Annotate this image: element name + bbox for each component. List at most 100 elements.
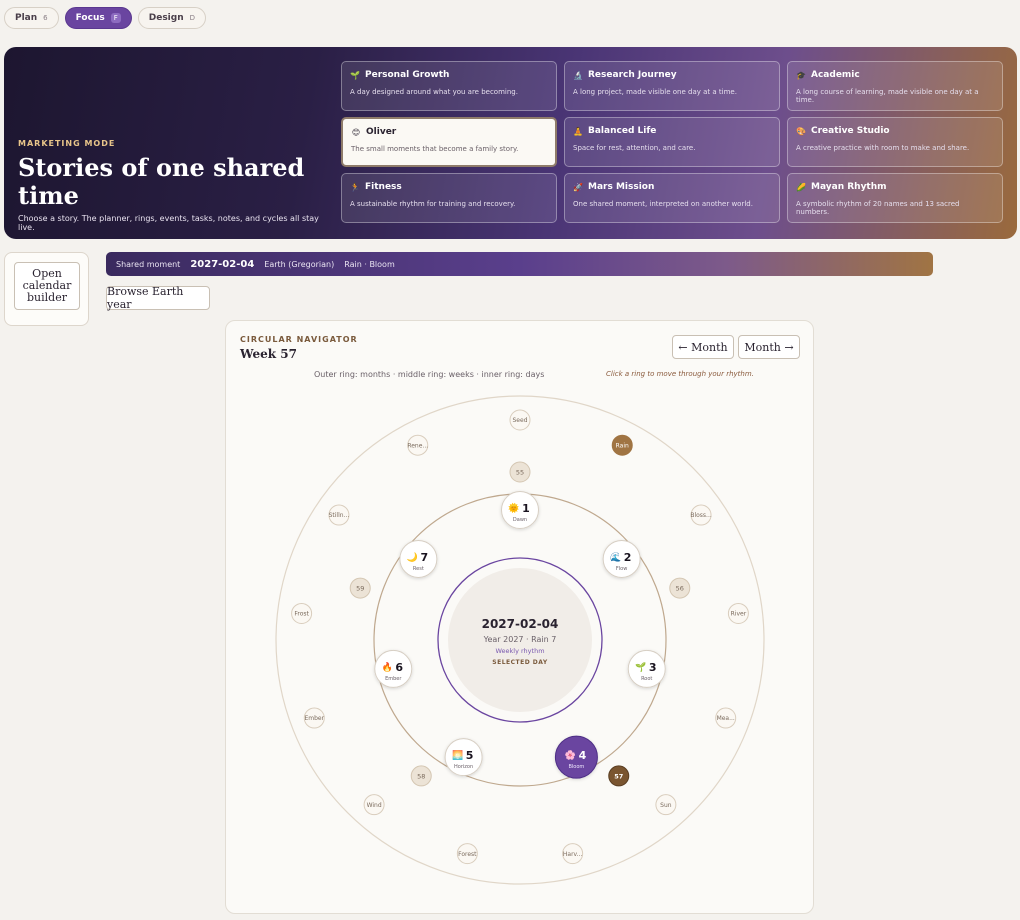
week-label: 59 (356, 584, 364, 592)
story-icon: 🎨 (796, 126, 806, 136)
day-name: Root (641, 676, 652, 682)
tab-plan[interactable]: Plan 6 (4, 7, 59, 29)
center-sub: Year 2027 · Rain 7 (483, 635, 557, 644)
story-title: 🏃 Fitness (350, 182, 548, 192)
day-node[interactable]: 🌊 2 Flow (602, 539, 641, 578)
week-node[interactable]: 59 (349, 577, 371, 599)
story-title: 🌱 Personal Growth (350, 70, 548, 80)
day-number: 5 (466, 749, 474, 762)
tab-focus[interactable]: Focus F (64, 7, 132, 29)
story-title-text: Creative Studio (811, 126, 890, 136)
story-card[interactable]: 🏃 Fitness A sustainable rhythm for trainin… (341, 173, 557, 223)
day-number: 6 (395, 661, 403, 674)
day-node[interactable]: 🌅 5 Horizon (444, 738, 483, 777)
story-icon: 🌱 (350, 70, 360, 80)
month-node[interactable]: Stilln... (328, 504, 350, 526)
tab-label: Design (148, 13, 184, 23)
story-description: A long project, made visible one day at … (573, 88, 737, 96)
story-description: Space for rest, attention, and care. (573, 144, 696, 152)
month-node[interactable]: Frost (291, 602, 313, 624)
day-name: Horizon (454, 764, 473, 770)
day-icon: 🔥 (382, 661, 393, 673)
day-node[interactable]: 🌱 3 Root (627, 649, 666, 688)
center-state: SELECTED DAY (492, 659, 548, 666)
day-node[interactable]: 🌸 4 Bloom (554, 735, 598, 779)
day-node[interactable]: 🌙 7 Rest (399, 539, 438, 578)
month-label: Frost (294, 611, 309, 618)
month-node[interactable]: Rene... (407, 434, 429, 456)
shared-moment-bar: Shared moment 2027-02-04 Earth (Gregoria… (106, 252, 933, 276)
day-name: Bloom (568, 764, 584, 770)
week-node[interactable]: 57 (608, 765, 630, 787)
story-title: 🚀 Mars Mission (573, 182, 771, 192)
month-node[interactable]: Harv... (562, 843, 584, 865)
moment-calendar: Earth (Gregorian) (264, 259, 335, 269)
day-node[interactable]: 🔥 6 Ember (374, 649, 413, 688)
month-node[interactable]: Ember (303, 707, 325, 729)
month-node[interactable]: Mea... (715, 707, 737, 729)
hero-description: Choose a story. The planner, rings, even… (18, 214, 319, 232)
story-card[interactable]: 🎓 Academic A long course of learning, made… (787, 61, 1003, 111)
week-label: 56 (676, 584, 684, 592)
month-label: Mea... (717, 715, 735, 722)
month-node[interactable]: Sun (655, 794, 677, 816)
day-name: Dawn (513, 517, 527, 523)
story-icon: 🏃 (350, 182, 360, 192)
month-label: Seed (513, 417, 528, 424)
circular-navigator-card: CIRCULAR NAVIGATOR Week 57 ← Month Month… (225, 320, 814, 914)
story-icon: 🚀 (573, 182, 583, 192)
day-name: Rest (413, 566, 424, 572)
day-icon: 🌅 (452, 749, 463, 761)
day-node[interactable]: 🌞 1 Dawn (501, 491, 539, 529)
day-number: 7 (421, 551, 429, 564)
week-label: 57 (614, 772, 623, 780)
month-label: River (731, 611, 747, 618)
story-title-text: Fitness (365, 182, 402, 192)
month-node[interactable]: River (727, 602, 749, 624)
tab-label: Focus (75, 13, 105, 23)
month-label: Rene... (407, 442, 428, 449)
tab-design[interactable]: Design D (137, 7, 207, 29)
open-calendar-builder-button[interactable]: Open calendar builder (14, 262, 80, 310)
ring-navigator[interactable]: Seed Rain Bloss... River Mea... Sun Harv... For… (226, 321, 815, 915)
browse-earth-year-button[interactable]: Browse Earth year (106, 285, 210, 311)
story-description: A symbolic rhythm of 20 names and 13 sac… (796, 200, 960, 216)
story-card[interactable]: 🌽 Mayan Rhythm A symbolic rhythm of 20 nam… (787, 173, 1003, 223)
center-date: 2027-02-04 (482, 617, 559, 631)
story-title: 🧘 Balanced Life (573, 126, 771, 136)
day-icon: 🌊 (610, 551, 621, 563)
day-icon: 🌸 (565, 749, 576, 761)
story-title-text: Academic (811, 70, 860, 80)
tab-count: 6 (43, 14, 48, 22)
story-icon: 😊 (351, 127, 361, 137)
week-label: 55 (516, 468, 524, 476)
tab-count: F (110, 13, 121, 23)
tab-label: Plan (15, 13, 38, 23)
story-icon: 🧘 (573, 126, 583, 136)
month-label: Bloss... (690, 512, 712, 519)
story-card[interactable]: 🎨 Creative Studio A creative practice with… (787, 117, 1003, 167)
story-card[interactable]: 🧘 Balanced Life Space for rest, attention,… (564, 117, 780, 167)
story-card[interactable]: 🌱 Personal Growth A day designed around wh… (341, 61, 557, 111)
story-description: A long course of learning, made visible … (796, 88, 979, 104)
story-card[interactable]: 🚀 Mars Mission One shared moment, interpre… (564, 173, 780, 223)
story-title: 🔬 Research Journey (573, 70, 771, 80)
month-label: Rain (616, 442, 629, 449)
month-node[interactable]: Seed (509, 409, 531, 431)
week-node[interactable]: 56 (669, 577, 691, 599)
story-description: The small moments that become a family s… (351, 145, 519, 153)
month-node[interactable]: Rain (611, 434, 633, 456)
week-node[interactable]: 58 (410, 765, 432, 787)
month-node[interactable]: Wind (363, 794, 385, 816)
story-description: One shared moment, interpreted on anothe… (573, 200, 753, 208)
story-title: 🌽 Mayan Rhythm (796, 182, 994, 192)
story-card[interactable]: 😊 Oliver The small moments that become a f… (341, 117, 557, 167)
week-label: 58 (417, 772, 425, 780)
week-node[interactable]: 55 (509, 461, 531, 483)
day-icon: 🌞 (508, 502, 519, 514)
month-node[interactable]: Bloss... (690, 504, 712, 526)
month-node[interactable]: Forest (456, 843, 478, 865)
story-card[interactable]: 🔬 Research Journey A long project, made vi… (564, 61, 780, 111)
story-description: A day designed around what you are becom… (350, 88, 518, 96)
mode-tabs: Plan 6 Focus F Design D (4, 7, 207, 29)
